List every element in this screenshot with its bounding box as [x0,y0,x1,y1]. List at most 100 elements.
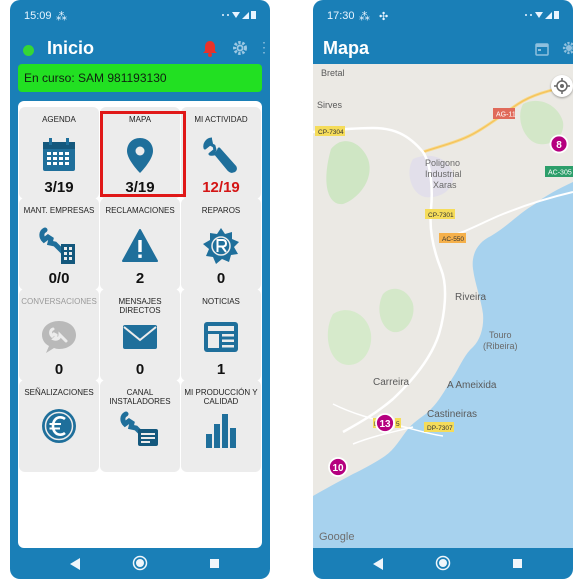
road-label: AC-305 [548,170,572,177]
road-sign-ac305: AC-305 [545,166,573,177]
place-label: Sirves [317,100,343,110]
tile-value: 2 [135,270,145,287]
place-label: (Ribeira) [483,341,518,351]
status-time: 17:30 [327,10,355,22]
home-screen: 15:09 ⁂ Inicio ⋮ En curso: SAM 981193130… [10,0,270,579]
road-sign-cp7301: CP-7301 [425,209,455,219]
warning-icon [122,229,158,262]
gear-icon[interactable] [562,41,573,55]
my-location-icon [554,78,570,94]
my-location-button[interactable] [551,75,573,97]
tile-conversaciones[interactable]: CONVERSACIONES 0 [19,289,99,381]
tile-noticias[interactable]: NOTICIAS 1 [181,289,261,381]
badge-r-icon [203,228,239,264]
status-bar: 15:09 ⁂ [10,0,270,34]
euro-icon [42,409,76,443]
tile-value: 0 [135,361,145,378]
place-label: Carreira [373,377,410,388]
newspaper-icon [204,322,238,352]
home-icon[interactable] [132,555,148,571]
app-bar: Inicio ⋮ [10,34,270,64]
page-title: Mapa [323,38,370,58]
map-pin-icon [127,138,153,173]
chat-wrench-icon [42,321,76,353]
tile-mi-produccion[interactable]: MI PRODUCCIÓN Y CALIDAD [181,380,261,472]
marker-label: 10 [332,463,344,474]
tile-label: AGENDA [42,115,76,124]
tile-mensajes-directos[interactable]: MENSAJES DIRECTOS 0 [100,289,180,381]
tile-agenda[interactable]: AGENDA 3/19 [19,107,99,199]
wrench-building-icon [39,227,75,264]
map-marker[interactable]: 8 [549,134,569,154]
status-bar: 17:30 ⁂ ✣ [313,0,573,34]
place-label: Xaras [433,180,457,190]
calendar-icon [43,138,75,171]
online-status-icon [23,45,34,56]
road-label: CP-7301 [428,212,454,219]
place-label: Touro [489,330,512,340]
navigation-bar [313,548,573,579]
place-label: A Ameixida [447,380,497,391]
page-title: Inicio [47,38,95,58]
current-call-banner[interactable]: En curso: SAM 981193130 [18,64,262,92]
tile-value: 0/0 [48,270,70,287]
road-label: CP-7304 [318,129,344,136]
tile-value: 0 [54,361,64,378]
tile-label: MI PRODUCCIÓN Y CALIDAD [184,388,258,406]
tile-label: CONVERSACIONES [21,297,97,306]
tile-label: NOTICIAS [202,297,240,306]
tile-label: SEÑALIZACIONES [24,388,94,397]
road-label: AC-550 [442,236,464,243]
menu-grid: AGENDA 3/19 MAPA 3/19 MI ACTIVIDAD 12/19… [18,101,262,548]
notification-icons: ⁂ ✣ [359,11,392,23]
tile-value: 1 [216,361,226,378]
bell-icon[interactable] [202,40,218,57]
place-label: Castineiras [427,409,477,420]
place-label: Poligono [425,158,460,168]
tile-label: MENSAJES DIRECTOS [118,297,162,315]
tile-mant-empresas[interactable]: MANT. EMPRESAS 0/0 [19,198,99,290]
back-icon[interactable] [70,558,81,570]
tile-canal-instaladores[interactable]: CANAL INSTALADORES [100,380,180,472]
bar-chart-icon [206,414,236,448]
app-bar: Mapa [313,34,573,64]
tile-value: 0 [216,270,226,287]
road-label: DP-7307 [427,425,453,432]
home-icon[interactable] [435,555,451,571]
tile-reclamaciones[interactable]: RECLAMACIONES 2 [100,198,180,290]
notification-icons: ⁂ [56,11,70,23]
tile-reparos[interactable]: REPAROS 0 [181,198,261,290]
tile-label: CANAL INSTALADORES [109,388,171,406]
wrench-chat-icon [120,411,158,446]
status-time: 15:09 [24,10,52,22]
tile-mapa[interactable]: MAPA 3/19 [100,107,180,199]
gear-icon[interactable] [232,40,248,56]
envelope-icon [123,325,157,349]
system-status-icons [523,10,559,23]
marker-label: 13 [379,419,391,430]
tile-label: REPAROS [201,206,241,215]
tile-label: MI ACTIVIDAD [194,115,248,124]
more-options-icon[interactable]: ⋮ [257,40,270,54]
map-marker[interactable]: 13 [375,413,395,433]
tile-value: 12/19 [202,179,240,196]
google-logo: Google [319,531,354,543]
calendar-icon[interactable] [535,42,549,56]
tile-label: MAPA [128,115,152,124]
map-view[interactable]: Bretal Sirves CP-7304 AG-11 AC-305 Polig… [313,64,573,548]
tile-senalizaciones[interactable]: SEÑALIZACIONES [19,380,99,472]
map-marker[interactable]: 10 [328,457,348,477]
tile-mi-actividad[interactable]: MI ACTIVIDAD 12/19 [181,107,261,199]
road-sign-ac550: AC-550 [439,233,466,243]
recents-icon[interactable] [210,559,219,568]
navigation-bar [10,548,270,579]
map-screen: 17:30 ⁂ ✣ Mapa Bretal Sirves CP-7304 AG-… [313,0,573,579]
tile-label: MANT. EMPRESAS [23,206,95,215]
banner-text: En curso: SAM 981193130 [24,71,167,85]
wrench-icon [203,137,237,173]
recents-icon[interactable] [513,559,522,568]
tile-label: RECLAMACIONES [105,206,175,215]
place-label: Riveira [455,292,487,303]
marker-label: 8 [556,140,562,151]
back-icon[interactable] [373,558,384,570]
